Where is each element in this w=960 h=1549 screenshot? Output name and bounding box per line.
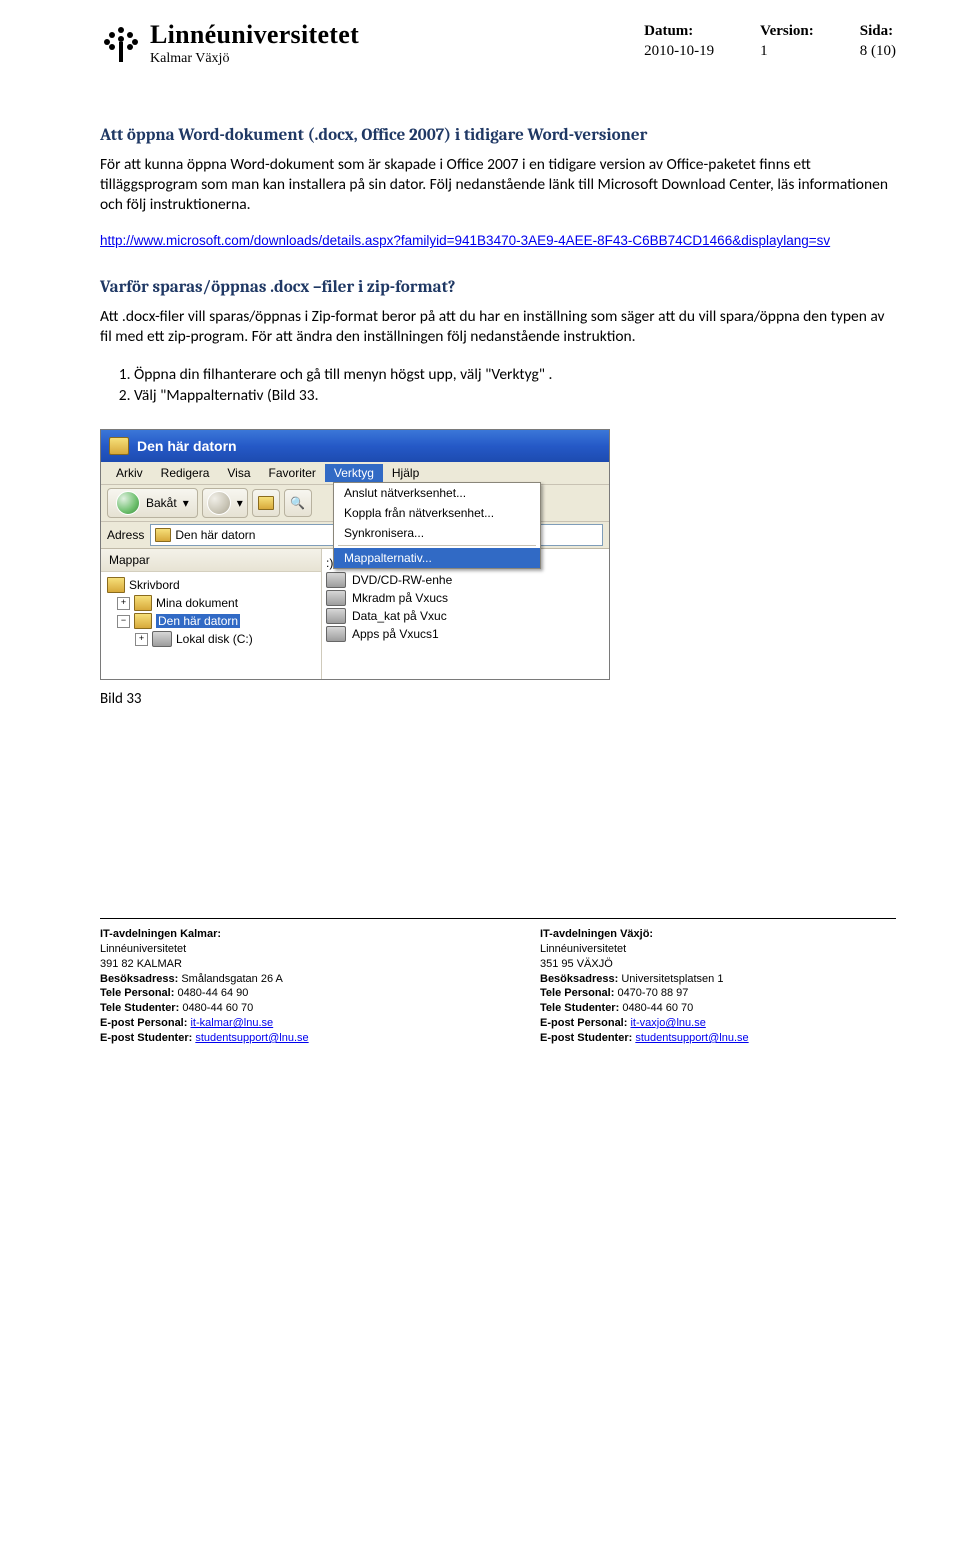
- folders-pane-header: Mappar: [101, 549, 321, 572]
- chevron-down-icon: ▾: [183, 496, 189, 510]
- logo-title: Linnéuniversitetet: [150, 22, 359, 48]
- step-1: Öppna din filhanterare och gå till menyn…: [134, 365, 896, 384]
- list-item[interactable]: DVD/CD-RW-enhe: [326, 571, 605, 589]
- collapse-icon[interactable]: −: [117, 615, 130, 628]
- email-link[interactable]: it-kalmar@lnu.se: [190, 1017, 273, 1029]
- tree-den-har-datorn[interactable]: − Den här datorn: [107, 612, 315, 630]
- back-icon: [116, 491, 140, 515]
- address-label: Adress: [107, 528, 144, 542]
- explorer-screenshot: Den här datorn Arkiv Redigera Visa Favor…: [100, 429, 610, 680]
- university-logo: Linnéuniversitetet Kalmar Växjö: [100, 22, 359, 66]
- address-value: Den här datorn: [175, 528, 255, 542]
- meta-version-value: 1: [760, 42, 814, 62]
- meta-date-label: Datum:: [644, 22, 714, 42]
- window-titlebar: Den här datorn: [101, 430, 609, 462]
- up-button[interactable]: [252, 489, 280, 517]
- list-item[interactable]: Data_kat på Vxuc: [326, 607, 605, 625]
- forward-button[interactable]: ▾: [202, 488, 248, 518]
- menu-favoriter[interactable]: Favoriter: [260, 464, 325, 482]
- dvd-icon: [326, 572, 346, 588]
- dropdown-koppla[interactable]: Koppla från nätverksenhet...: [334, 503, 540, 523]
- email-link[interactable]: studentsupport@lnu.se: [635, 1032, 748, 1044]
- instruction-list: Öppna din filhanterare och gå till menyn…: [134, 365, 896, 405]
- menu-bar: Arkiv Redigera Visa Favoriter Verktyg Hj…: [101, 462, 609, 485]
- dropdown-mappalternativ[interactable]: Mappalternativ...: [334, 548, 540, 568]
- my-computer-icon: [155, 528, 171, 542]
- drive-icon: [152, 631, 172, 647]
- menu-redigera[interactable]: Redigera: [152, 464, 219, 482]
- list-item[interactable]: Apps på Vxucs1: [326, 625, 605, 643]
- folder-up-icon: [258, 496, 274, 510]
- menu-visa[interactable]: Visa: [218, 464, 259, 482]
- dropdown-divider: [338, 545, 536, 546]
- verktyg-dropdown: Anslut nätverksenhet... Koppla från nätv…: [333, 482, 541, 569]
- search-icon: 🔍: [290, 496, 305, 510]
- section-heading-zip: Varför sparas/öppnas .docx –filer i zip-…: [100, 278, 896, 297]
- dropdown-anslut[interactable]: Anslut nätverksenhet...: [334, 483, 540, 503]
- logo-subtitle: Kalmar Växjö: [150, 52, 359, 66]
- meta-version-label: Version:: [760, 22, 814, 42]
- email-link[interactable]: it-vaxjo@lnu.se: [630, 1017, 705, 1029]
- meta-page-value: 8 (10): [860, 42, 896, 62]
- desktop-icon: [107, 577, 125, 593]
- folders-pane: Mappar Skrivbord + Mina dokument −: [101, 549, 322, 679]
- my-computer-icon: [109, 437, 129, 455]
- logo-tree-icon: [100, 22, 142, 64]
- network-drive-icon: [326, 608, 346, 624]
- document-meta: Datum: 2010-10-19 Version: 1 Sida: 8 (10…: [644, 22, 896, 61]
- tree-lokal-disk[interactable]: + Lokal disk (C:): [107, 630, 315, 648]
- footer-col-vaxjo: IT-avdelningen Växjö: Linnéuniversitetet…: [540, 927, 920, 1046]
- forward-icon: [207, 491, 231, 515]
- footer-divider: [100, 918, 896, 919]
- back-label: Bakåt: [146, 496, 177, 510]
- menu-hjalp[interactable]: Hjälp: [383, 464, 428, 482]
- page-footer: IT-avdelningen Kalmar: Linnéuniversitete…: [100, 927, 896, 1046]
- step-2: Välj "Mappalternativ (Bild 33.: [134, 386, 896, 405]
- section-body-open-docx: För att kunna öppna Word-dokument som är…: [100, 155, 896, 214]
- back-button[interactable]: Bakåt ▾: [107, 488, 198, 518]
- footer-col-kalmar: IT-avdelningen Kalmar: Linnéuniversitete…: [100, 927, 480, 1046]
- expand-icon[interactable]: +: [135, 633, 148, 646]
- section-body-zip: Att .docx-filer vill sparas/öppnas i Zip…: [100, 307, 896, 347]
- meta-date-value: 2010-10-19: [644, 42, 714, 62]
- dropdown-synkronisera[interactable]: Synkronisera...: [334, 523, 540, 543]
- network-drive-icon: [326, 590, 346, 606]
- section-heading-open-docx: Att öppna Word-dokument (.docx, Office 2…: [100, 126, 896, 145]
- menu-arkiv[interactable]: Arkiv: [107, 464, 152, 482]
- microsoft-download-link[interactable]: http://www.microsoft.com/downloads/detai…: [100, 233, 830, 248]
- folder-tree: Skrivbord + Mina dokument − Den här dato…: [101, 572, 321, 652]
- list-item[interactable]: Mkradm på Vxucs: [326, 589, 605, 607]
- figure-caption: Bild 33: [100, 690, 896, 708]
- email-link[interactable]: studentsupport@lnu.se: [195, 1032, 308, 1044]
- footer-heading: IT-avdelningen Växjö:: [540, 928, 653, 940]
- expand-icon[interactable]: +: [117, 597, 130, 610]
- search-button[interactable]: 🔍: [284, 489, 312, 517]
- menu-verktyg[interactable]: Verktyg: [325, 464, 383, 482]
- tree-mina-dokument[interactable]: + Mina dokument: [107, 594, 315, 612]
- window-title: Den här datorn: [137, 438, 237, 454]
- chevron-down-icon: ▾: [237, 496, 243, 510]
- meta-page-label: Sida:: [860, 22, 896, 42]
- footer-heading: IT-avdelningen Kalmar:: [100, 928, 221, 940]
- network-drive-icon: [326, 626, 346, 642]
- my-computer-icon: [134, 613, 152, 629]
- folder-icon: [134, 595, 152, 611]
- tree-skrivbord[interactable]: Skrivbord: [107, 576, 315, 594]
